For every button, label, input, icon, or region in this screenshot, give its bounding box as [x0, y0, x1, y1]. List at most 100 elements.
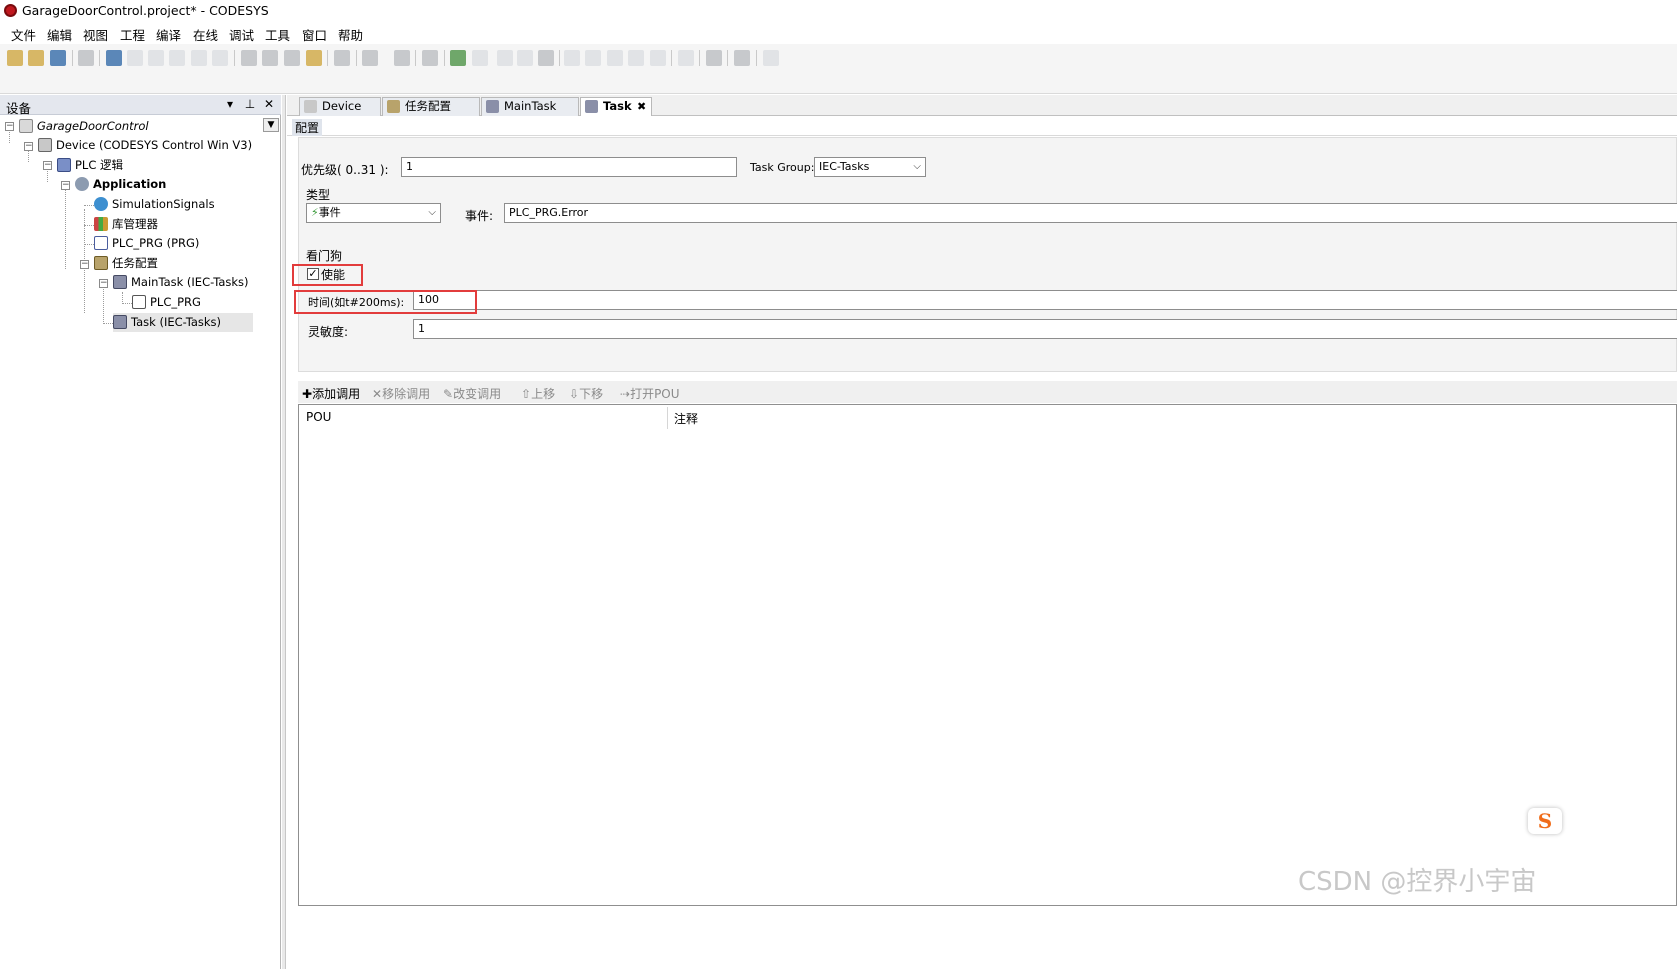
tree-expander[interactable]: − — [43, 161, 52, 170]
open-project-icon[interactable] — [28, 50, 44, 66]
show-next-statement-icon[interactable] — [678, 50, 694, 66]
menu-online[interactable]: 在线 — [193, 25, 218, 44]
insert-menu-icon[interactable] — [362, 50, 378, 66]
tab-task[interactable]: Task ✖ — [580, 97, 652, 117]
paste-icon[interactable] — [191, 50, 207, 66]
move-up-button[interactable]: ⇧上移 — [521, 385, 555, 402]
find-icon[interactable] — [241, 50, 257, 66]
task-config-icon — [94, 256, 108, 270]
write-values-icon[interactable] — [706, 50, 722, 66]
unforce-icon[interactable] — [763, 50, 779, 66]
tree-expander[interactable]: − — [61, 181, 70, 190]
print-icon[interactable] — [78, 50, 94, 66]
title-bar: GarageDoorControl.project* - CODESYS — [0, 0, 1677, 22]
arrow-down-icon: ⇩ — [569, 387, 580, 401]
tree-expander[interactable]: − — [24, 142, 33, 151]
tree-node-maintask-plc-prg-call[interactable]: PLC_PRG — [132, 293, 201, 312]
replace-icon[interactable] — [306, 50, 322, 66]
tree-dropdown-button[interactable]: ▼ — [263, 118, 279, 132]
cut-icon[interactable] — [148, 50, 164, 66]
tree-expander[interactable]: − — [80, 260, 89, 269]
new-project-icon[interactable] — [7, 50, 23, 66]
pin-icon[interactable]: ⊥ — [243, 97, 257, 111]
sensitivity-label: 灵敏度: — [308, 325, 349, 339]
close-tab-icon[interactable]: ✖ — [637, 98, 646, 115]
force-values-icon[interactable] — [734, 50, 750, 66]
menu-file[interactable]: 文件 — [11, 25, 36, 44]
arrow-up-icon: ⇧ — [521, 387, 532, 401]
menu-debug[interactable]: 调试 — [229, 25, 254, 44]
run-to-cursor-icon[interactable] — [628, 50, 644, 66]
stop-icon[interactable] — [517, 50, 533, 66]
sensitivity-input[interactable]: 1 — [413, 319, 1677, 339]
tab-maintask[interactable]: MainTask — [481, 97, 579, 116]
menu-edit[interactable]: 编辑 — [47, 25, 72, 44]
delete-icon[interactable] — [212, 50, 228, 66]
tree-node-plc-prg[interactable]: PLC_PRG (PRG) — [94, 234, 199, 253]
config-subtab-bar: 配置 — [287, 116, 1677, 136]
start-icon[interactable] — [497, 50, 513, 66]
tree-expander[interactable]: − — [5, 122, 14, 131]
watchdog-time-input[interactable]: 100 — [413, 290, 1677, 310]
tab-task-configuration[interactable]: 任务配置 — [382, 97, 480, 116]
find-replace-icon[interactable] — [284, 50, 300, 66]
logout-icon[interactable] — [472, 50, 488, 66]
main-toolbar — [0, 44, 1677, 94]
menu-help[interactable]: 帮助 — [338, 25, 363, 44]
remove-call-button[interactable]: ✕移除调用 — [372, 385, 430, 402]
application-gear-icon — [75, 177, 89, 191]
menu-project[interactable]: 工程 — [120, 25, 145, 44]
tree-node-device[interactable]: Device (CODESYS Control Win V3) — [38, 136, 252, 155]
copy-icon[interactable] — [169, 50, 185, 66]
column-header-pou[interactable]: POU — [306, 410, 331, 424]
step-out-icon[interactable] — [607, 50, 623, 66]
tree-node-maintask[interactable]: MainTask (IEC-Tasks) — [113, 273, 249, 292]
tree-node-project[interactable]: GarageDoorControl — [19, 117, 149, 136]
type-select[interactable]: ⚡事件 ⌵ — [306, 203, 441, 223]
tree-node-simulation-signals[interactable]: SimulationSignals — [94, 195, 215, 214]
set-next-statement-icon[interactable] — [650, 50, 666, 66]
change-call-button[interactable]: ✎改变调用 — [443, 385, 501, 402]
device-icon — [304, 100, 317, 113]
menu-window[interactable]: 窗口 — [302, 25, 327, 44]
panel-menu-icon[interactable]: ▾ — [223, 97, 237, 111]
login-icon[interactable] — [450, 50, 466, 66]
tree-node-task-selected[interactable]: Task (IEC-Tasks) — [113, 313, 253, 332]
tree-node-library-manager[interactable]: 库管理器 — [94, 215, 158, 234]
close-panel-icon[interactable]: ✕ — [262, 97, 276, 111]
build-icon[interactable] — [422, 50, 438, 66]
column-header-comment[interactable]: 注释 — [674, 410, 698, 427]
editor-tab-strip: Device 任务配置 MainTask Task ✖ — [287, 95, 1677, 117]
move-down-button[interactable]: ⇩下移 — [569, 385, 603, 402]
window-title: GarageDoorControl.project* - CODESYS — [22, 3, 269, 18]
csdn-badge-icon[interactable]: S — [1528, 808, 1562, 834]
tree-node-application[interactable]: Application — [75, 175, 166, 194]
tab-config[interactable]: 配置 — [292, 119, 323, 136]
paste-special-icon[interactable] — [394, 50, 410, 66]
event-label: 事件: — [465, 209, 494, 223]
tree-expander[interactable]: − — [99, 279, 108, 288]
menu-view[interactable]: 视图 — [83, 25, 108, 44]
menu-build[interactable]: 编译 — [156, 25, 181, 44]
priority-input[interactable]: 1 — [401, 157, 737, 177]
find-next-icon[interactable] — [262, 50, 278, 66]
event-input[interactable]: PLC_PRG.Error — [504, 203, 1677, 223]
open-pou-button[interactable]: ⇢打开POU — [620, 385, 680, 402]
step-into-icon[interactable] — [585, 50, 601, 66]
add-call-button[interactable]: ✚添加调用 — [302, 385, 360, 402]
reset-icon[interactable] — [538, 50, 554, 66]
tree-node-plc-logic[interactable]: PLC 逻辑 — [57, 156, 123, 175]
save-icon[interactable] — [50, 50, 66, 66]
bookmark-icon[interactable] — [334, 50, 350, 66]
remove-x-icon: ✕ — [372, 387, 383, 401]
pou-icon — [94, 236, 108, 250]
undo-icon[interactable] — [106, 50, 122, 66]
tree-node-task-configuration[interactable]: 任务配置 — [94, 254, 158, 273]
tab-device[interactable]: Device — [299, 97, 381, 116]
panel-splitter[interactable] — [282, 95, 286, 969]
redo-icon[interactable] — [127, 50, 143, 66]
program-call-icon — [132, 295, 146, 309]
step-over-icon[interactable] — [564, 50, 580, 66]
task-group-select[interactable]: IEC-Tasks ⌵ — [814, 157, 926, 177]
menu-tools[interactable]: 工具 — [265, 25, 290, 44]
